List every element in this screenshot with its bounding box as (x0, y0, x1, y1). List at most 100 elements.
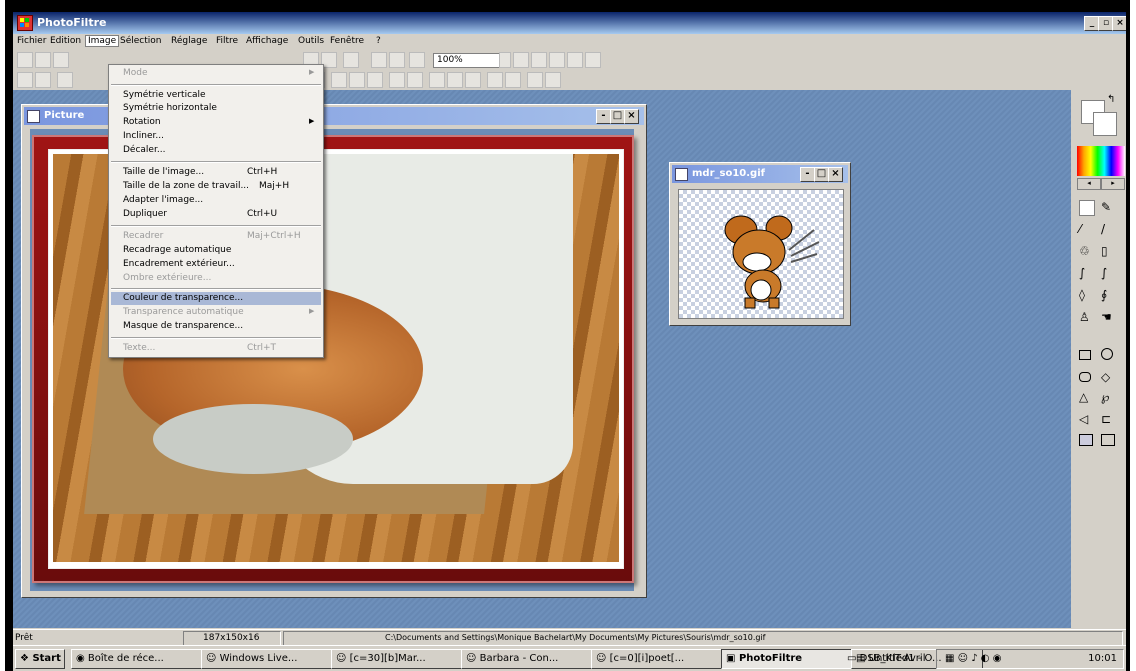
folder-open-icon[interactable]: ⊏ (1101, 412, 1111, 426)
rect-shape-icon[interactable] (1079, 350, 1091, 360)
actual-size-icon[interactable] (567, 52, 583, 68)
menu-affichage[interactable]: Affichage (246, 36, 288, 46)
fit-icon[interactable] (549, 52, 565, 68)
auto-levels-icon[interactable] (17, 72, 33, 88)
filter-2-icon[interactable] (349, 72, 365, 88)
menu-item-sym-vertical[interactable]: Symétrie verticale (123, 90, 206, 100)
title-bar[interactable]: PhotoFiltre _ ▫ × (13, 12, 1126, 34)
menu-item-encadrement[interactable]: Encadrement extérieur... (123, 259, 235, 269)
menu-item-dupliquer[interactable]: Dupliquer (123, 209, 167, 219)
lasso-icon[interactable]: ℘ (1101, 390, 1109, 404)
menu-filtre[interactable]: Filtre (216, 36, 238, 46)
doc1-maximize-icon[interactable]: □ (610, 109, 625, 124)
menu-item-taille-zone[interactable]: Taille de la zone de travail... (123, 181, 249, 191)
filter-6-icon[interactable] (429, 72, 445, 88)
mask-icon[interactable] (1079, 434, 1093, 446)
brush-icon[interactable]: ∫ (1079, 266, 1085, 280)
plugin-icon[interactable] (389, 52, 405, 68)
palette-prev-icon[interactable]: ◂ (1077, 178, 1101, 190)
doc2-maximize-icon[interactable]: □ (814, 167, 829, 182)
zoom-in-icon[interactable] (513, 52, 529, 68)
menu-fichier[interactable]: Fichier (17, 36, 46, 46)
line-tool-icon[interactable]: / (1101, 222, 1105, 236)
doc2-minimize-icon[interactable]: - (800, 167, 815, 182)
open-file-icon[interactable] (35, 52, 51, 68)
filter-3-icon[interactable] (367, 72, 383, 88)
menu-selection[interactable]: Sélection (120, 36, 161, 46)
task-chat-2[interactable]: ☺ [c=0][i]poet[... (591, 649, 723, 669)
menu-item-decaler[interactable]: Décaler... (123, 145, 165, 155)
filter-11-icon[interactable] (527, 72, 543, 88)
task-photofiltre[interactable]: ▣ PhotoFiltre (721, 649, 853, 669)
text-icon[interactable] (343, 52, 359, 68)
diamond-shape-icon[interactable]: ◇ (1101, 370, 1110, 384)
fullscreen-icon[interactable] (585, 52, 601, 68)
round-rect-shape-icon[interactable] (1079, 372, 1091, 382)
tray-icons[interactable]: ▦ ☺ ♪ ◐ ◉ (945, 650, 1001, 668)
color-palette[interactable] (1077, 146, 1125, 176)
menu-item-sym-horizontal[interactable]: Symétrie horizontale (123, 103, 217, 113)
brightness-icon[interactable] (57, 72, 73, 88)
fill-icon[interactable]: ♲ (1079, 244, 1090, 258)
menu-item-incliner[interactable]: Incliner... (123, 131, 164, 141)
layers-icon[interactable] (371, 52, 387, 68)
menu-item-ombre[interactable]: Ombre extérieure... (123, 273, 211, 283)
menu-item-rotation[interactable]: Rotation (123, 117, 161, 127)
save-icon[interactable] (53, 52, 69, 68)
filter-7-icon[interactable] (447, 72, 463, 88)
window-icon[interactable] (409, 52, 425, 68)
task-windows-live[interactable]: ☺ Windows Live... (201, 649, 333, 669)
menu-item-adapter[interactable]: Adapter l'image... (123, 195, 203, 205)
filter-9-icon[interactable] (487, 72, 503, 88)
menu-item-taille-image[interactable]: Taille de l'image... (123, 167, 204, 177)
filter-4-icon[interactable] (389, 72, 405, 88)
triangle-shape-icon[interactable]: △ (1079, 390, 1088, 404)
menu-outils[interactable]: Outils (298, 36, 324, 46)
new-file-icon[interactable] (17, 52, 33, 68)
magic-wand-icon[interactable]: ⁄ (1079, 222, 1081, 236)
task-mail[interactable]: ◉ Boîte de réce... (71, 649, 203, 669)
task-dsb-kit[interactable]: ▭ DSB_KIT-Avril (847, 650, 935, 668)
menu-image[interactable]: Image (85, 35, 120, 47)
zoom-dropdown-icon[interactable] (499, 52, 511, 68)
menu-item-recadrage-auto[interactable]: Recadrage automatique (123, 245, 231, 255)
stamp-icon[interactable]: ♙ (1079, 310, 1090, 324)
filter-10-icon[interactable] (505, 72, 521, 88)
menu-item-mode[interactable]: Mode (123, 68, 148, 78)
filter-5-icon[interactable] (407, 72, 423, 88)
menu-reglage[interactable]: Réglage (171, 36, 207, 46)
task-chat-1[interactable]: ☺ [c=30][b]Mar... (331, 649, 463, 669)
swap-colors-icon[interactable]: ↰ (1107, 94, 1115, 105)
auto-contrast-icon[interactable] (35, 72, 51, 88)
palette-next-icon[interactable]: ▸ (1101, 178, 1125, 190)
filter-12-icon[interactable] (545, 72, 561, 88)
zoom-select[interactable]: 100% (433, 53, 500, 68)
menu-item-recadrer[interactable]: Recadrer (123, 231, 163, 241)
polygon-icon[interactable]: ◁ (1079, 412, 1088, 426)
menu-item-couleur-transparence[interactable]: Couleur de transparence... (123, 293, 243, 303)
doc2-titlebar[interactable]: mdr_so10.gif - □ × (672, 165, 848, 183)
marquee-icon[interactable] (1101, 434, 1115, 446)
background-color-swatch[interactable] (1093, 112, 1117, 136)
pen-icon[interactable]: ∫ (1101, 266, 1107, 280)
ellipse-shape-icon[interactable] (1101, 348, 1113, 360)
hand-icon[interactable]: ☚ (1101, 310, 1112, 324)
start-button[interactable]: ❖ Start (15, 649, 65, 669)
drop-icon[interactable]: ◊ (1079, 288, 1085, 302)
task-barbara[interactable]: ☺ Barbara - Con... (461, 649, 593, 669)
smudge-icon[interactable]: ∮ (1101, 288, 1107, 302)
doc1-minimize-icon[interactable]: - (596, 109, 611, 124)
close-icon[interactable]: × (1112, 16, 1126, 31)
menu-help[interactable]: ? (376, 36, 381, 46)
document-window-gif[interactable]: mdr_so10.gif - □ × (669, 162, 851, 326)
menu-fenetre[interactable]: Fenêtre (330, 36, 364, 46)
menu-item-transparence-auto[interactable]: Transparence automatique (123, 307, 244, 317)
filter-8-icon[interactable] (465, 72, 481, 88)
zoom-out-icon[interactable] (531, 52, 547, 68)
menu-edition[interactable]: Edition (50, 36, 81, 46)
menu-item-texte[interactable]: Texte... (123, 343, 155, 353)
select-tool-icon[interactable] (1079, 200, 1095, 216)
doc1-close-icon[interactable]: × (624, 109, 639, 124)
eyedropper-icon[interactable]: ✎ (1101, 200, 1111, 214)
spray-icon[interactable]: ▯ (1101, 244, 1108, 258)
